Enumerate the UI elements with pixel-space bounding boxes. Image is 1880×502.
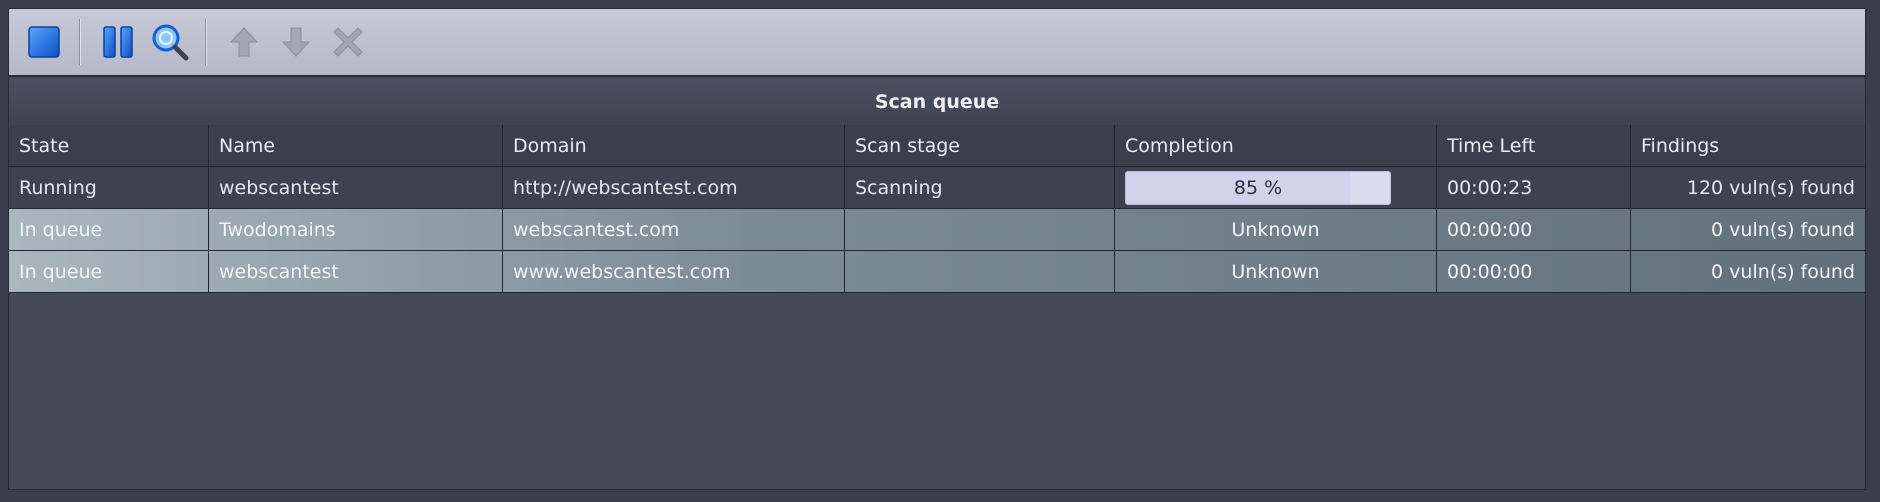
arrow-down-icon — [281, 27, 311, 57]
name-cell: webscantest — [209, 167, 503, 209]
move-up-button[interactable] — [221, 16, 267, 68]
table-row[interactable]: In queue Twodomains webscantest.com Unkn… — [9, 209, 1865, 251]
move-down-button[interactable] — [273, 16, 319, 68]
delete-button[interactable] — [325, 16, 371, 68]
scan-queue-window: Scan queue State Name Domain Scan stage … — [8, 8, 1866, 490]
toolbar-separator — [79, 19, 81, 65]
pause-button[interactable] — [95, 16, 141, 68]
column-header-findings[interactable]: Findings — [1631, 125, 1865, 167]
toolbar — [9, 9, 1865, 77]
column-header-name[interactable]: Name — [209, 125, 503, 167]
domain-cell: www.webscantest.com — [503, 251, 845, 293]
scan-stage-cell — [845, 251, 1115, 293]
domain-cell: http://webscantest.com — [503, 167, 845, 209]
time-left-cell: 00:00:23 — [1437, 167, 1631, 209]
delete-icon — [333, 27, 363, 57]
column-header-domain[interactable]: Domain — [503, 125, 845, 167]
table-row[interactable]: Running webscantest http://webscantest.c… — [9, 167, 1865, 209]
name-cell: webscantest — [209, 251, 503, 293]
domain-cell: webscantest.com — [503, 209, 845, 251]
table-row[interactable]: In queue webscantest www.webscantest.com… — [9, 251, 1865, 293]
table-header-row: State Name Domain Scan stage Completion … — [9, 125, 1865, 167]
findings-cell: 120 vuln(s) found — [1686, 177, 1855, 199]
column-header-scan-stage[interactable]: Scan stage — [845, 125, 1115, 167]
name-cell: Twodomains — [209, 209, 503, 251]
completion-cell: 85 % — [1115, 167, 1437, 209]
stop-button[interactable] — [21, 16, 67, 68]
column-header-completion[interactable]: Completion — [1115, 125, 1437, 167]
state-cell: Running — [9, 167, 209, 209]
time-left-cell: 00:00:00 — [1437, 209, 1631, 251]
panel-title: Scan queue — [9, 79, 1865, 125]
stop-icon — [28, 26, 60, 58]
column-header-time-left[interactable]: Time Left — [1437, 125, 1631, 167]
state-cell: In queue — [9, 251, 209, 293]
scan-stage-cell — [845, 209, 1115, 251]
scan-stage-cell: Scanning — [845, 167, 1115, 209]
scan-details-button[interactable] — [147, 16, 193, 68]
completion-cell: Unknown — [1115, 209, 1437, 251]
column-header-state[interactable]: State — [9, 125, 209, 167]
time-left-cell: 00:00:00 — [1437, 251, 1631, 293]
completion-cell: Unknown — [1115, 251, 1437, 293]
state-cell: In queue — [9, 209, 209, 251]
scan-queue-table: State Name Domain Scan stage Completion … — [9, 125, 1865, 293]
findings-cell: 0 vuln(s) found — [1711, 219, 1855, 241]
pause-icon — [103, 26, 133, 58]
progress-label: 85 % — [1233, 177, 1283, 199]
findings-cell: 0 vuln(s) found — [1711, 261, 1855, 283]
magnifier-icon — [152, 24, 189, 61]
arrow-up-icon — [229, 27, 259, 57]
toolbar-separator — [205, 19, 207, 65]
progress-bar: 85 % — [1125, 171, 1391, 205]
